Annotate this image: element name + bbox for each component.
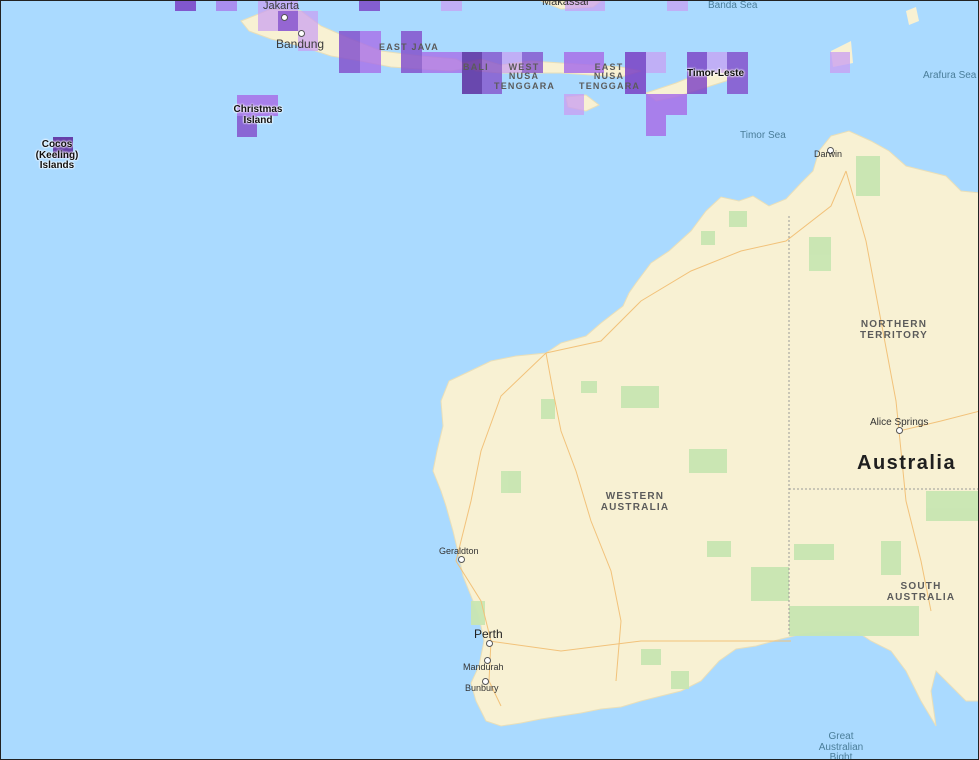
overlay-cell bbox=[441, 1, 462, 11]
south-australia-label: SOUTH AUSTRALIA bbox=[886, 581, 956, 603]
overlay-cell bbox=[422, 52, 462, 73]
timor-leste-label[interactable]: Timor-Leste bbox=[687, 68, 744, 80]
overlay-cell bbox=[360, 31, 381, 73]
overlay-cell bbox=[667, 1, 688, 11]
bunbury-label[interactable]: Bunbury bbox=[465, 683, 499, 693]
perth-label[interactable]: Perth bbox=[474, 628, 503, 641]
western-australia-label: WESTERN AUSTRALIA bbox=[600, 491, 670, 513]
perth-marker[interactable] bbox=[486, 640, 493, 647]
cocos-islands-label[interactable]: Cocos (Keeling) Islands bbox=[32, 139, 82, 172]
geraldton-label[interactable]: Geraldton bbox=[439, 546, 479, 556]
christmas-island-label[interactable]: Christmas Island bbox=[230, 104, 286, 126]
overlay-cell bbox=[175, 1, 196, 11]
overlay-cell bbox=[646, 94, 666, 136]
bandung-marker[interactable] bbox=[298, 30, 305, 37]
overlay-cell bbox=[216, 1, 237, 11]
east-nusa-tenggara-label: EAST NUSA TENGGARA bbox=[579, 62, 641, 91]
darwin-label[interactable]: Darwin bbox=[814, 149, 842, 159]
timor-sea-label: Timor Sea bbox=[740, 130, 786, 141]
jakarta-label[interactable]: Jakarta bbox=[263, 1, 299, 13]
overlay-cell bbox=[278, 11, 298, 31]
west-nusa-tenggara-label: WEST NUSA TENGGARA bbox=[494, 62, 556, 91]
overlay-cell bbox=[462, 52, 482, 94]
overlay-cell bbox=[339, 31, 360, 73]
geraldton-marker[interactable] bbox=[458, 556, 465, 563]
map-canvas[interactable]: Jakarta Bandung Makassar Banda Sea EAST … bbox=[0, 0, 979, 760]
alice-springs-label[interactable]: Alice Springs bbox=[870, 417, 928, 429]
arafura-sea-label: Arafura Sea bbox=[923, 70, 977, 81]
makassar-label[interactable]: Makassar bbox=[542, 1, 590, 9]
east-java-label: EAST JAVA bbox=[379, 42, 439, 52]
banda-sea-label: Banda Sea bbox=[708, 0, 758, 11]
mandurah-label[interactable]: Mandurah bbox=[463, 662, 504, 672]
bandung-label[interactable]: Bandung bbox=[276, 38, 324, 51]
bali-label: BALI bbox=[463, 62, 489, 72]
jakarta-marker[interactable] bbox=[281, 14, 288, 21]
great-australian-bight-label: Great Australian Bight bbox=[818, 731, 864, 760]
overlay-cell bbox=[359, 1, 380, 11]
overlay-cell bbox=[564, 94, 584, 115]
small-island bbox=[906, 7, 919, 25]
australia-label: Australia bbox=[857, 452, 957, 474]
overlay-cell bbox=[666, 94, 687, 115]
overlay-cell bbox=[830, 52, 850, 73]
northern-territory-label: NORTHERN TERRITORY bbox=[859, 319, 929, 341]
overlay-cell bbox=[646, 52, 666, 73]
